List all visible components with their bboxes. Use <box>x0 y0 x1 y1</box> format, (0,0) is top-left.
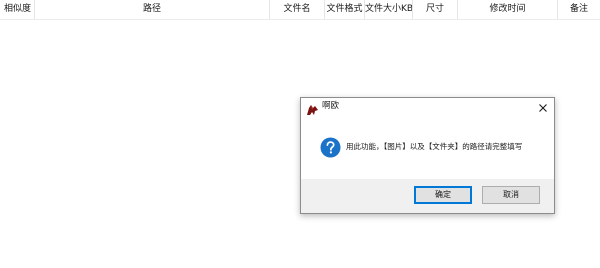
dialog-footer: 确定 取消 <box>301 179 554 213</box>
cancel-button[interactable]: 取消 <box>482 186 540 204</box>
dialog-title: 啊欧 <box>322 101 340 111</box>
app-window: 相似度 路径 文件名 文件格式 文件大小KB 尺寸 修改时间 备注 啊欧 用此功… <box>0 0 600 268</box>
column-header-modified-time[interactable]: 修改时间 <box>458 0 558 19</box>
table-header: 相似度 路径 文件名 文件格式 文件大小KB 尺寸 修改时间 备注 <box>0 0 600 20</box>
column-header-size-kb[interactable]: 文件大小KB <box>365 0 413 19</box>
column-header-format[interactable]: 文件格式 <box>325 0 365 19</box>
dialog-content: 用此功能，【图片】以及【文件夹】的路径请完整填写 <box>301 116 554 179</box>
column-header-filename[interactable]: 文件名 <box>270 0 325 19</box>
column-header-notes[interactable]: 备注 <box>558 0 600 19</box>
column-header-similarity[interactable]: 相似度 <box>0 0 35 19</box>
question-icon <box>320 137 341 158</box>
close-icon[interactable] <box>536 100 550 114</box>
column-header-dimensions[interactable]: 尺寸 <box>413 0 458 19</box>
dialog-message: 用此功能，【图片】以及【文件夹】的路径请完整填写 <box>346 142 523 151</box>
ok-button[interactable]: 确定 <box>414 186 472 204</box>
message-dialog: 啊欧 用此功能，【图片】以及【文件夹】的路径请完整填写 确定 取消 <box>300 97 555 214</box>
column-header-path[interactable]: 路径 <box>35 0 270 19</box>
dialog-titlebar[interactable]: 啊欧 <box>301 98 554 116</box>
app-logo-icon <box>306 101 319 115</box>
